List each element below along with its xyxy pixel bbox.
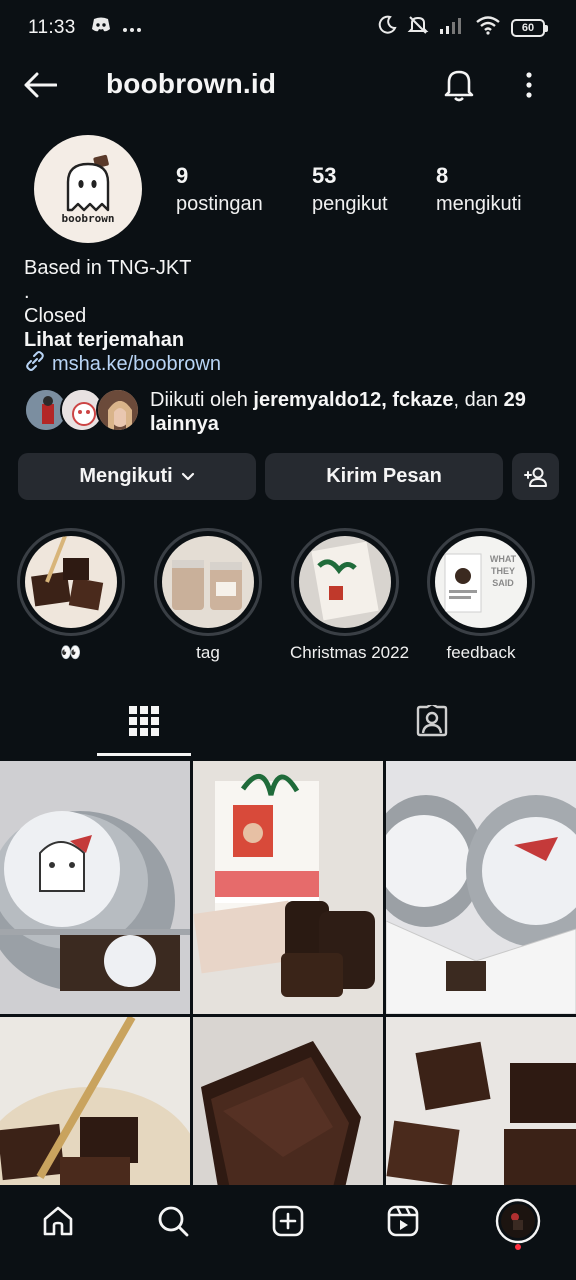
battery-icon: 60	[511, 19, 548, 37]
bio-link-text: msha.ke/boobrown	[52, 353, 221, 375]
back-arrow-icon[interactable]	[22, 68, 58, 102]
bio-line-2: .	[24, 281, 30, 303]
wifi-icon	[475, 15, 501, 41]
highlight-christmas-2022[interactable]: Christmas 2022	[290, 528, 410, 664]
highlight-label-feedback: feedback	[446, 643, 516, 662]
profile-notification-dot	[515, 1244, 521, 1250]
mutual-followers[interactable]: Diikuti oleh jeremyaldo12, fckaze, dan 2…	[24, 386, 554, 436]
post-thumbnail[interactable]	[193, 1017, 383, 1185]
active-tab-indicator	[97, 753, 191, 756]
grid-icon	[129, 705, 159, 741]
discord-icon	[90, 16, 112, 40]
highlight-label-christmas: Christmas 2022	[290, 643, 410, 662]
following-button-label: Mengikuti	[79, 465, 173, 487]
stat-followers[interactable]: 53 pengikut	[312, 162, 388, 218]
mutual-others: lainnya	[150, 413, 219, 435]
highlight-label-tag: tag	[196, 643, 220, 662]
tagged-person-icon	[415, 702, 449, 742]
highlight-label-eyes: 👀	[60, 643, 82, 662]
profile-header: boobrown.id	[0, 56, 576, 114]
see-translation-link[interactable]: Lihat terjemahan	[24, 328, 554, 352]
tab-posts-grid[interactable]	[97, 690, 191, 756]
status-bar: 11:33 60	[0, 0, 576, 56]
profile-tabs	[0, 690, 576, 758]
bio-external-link[interactable]: msha.ke/boobrown	[24, 350, 554, 378]
add-post-icon	[271, 1204, 305, 1243]
stat-followers-value: 53	[312, 163, 337, 188]
link-icon	[24, 350, 46, 378]
post-thumbnail[interactable]	[0, 761, 190, 1014]
home-icon	[41, 1204, 75, 1243]
feedback-word-2: THEY	[491, 566, 515, 576]
stat-posts-value: 9	[176, 163, 189, 188]
profile-username: boobrown.id	[106, 68, 277, 99]
stat-following-value: 8	[436, 163, 449, 188]
bio-line-1: Based in TNG-JKT	[24, 257, 192, 279]
highlight-tag[interactable]: tag	[153, 528, 263, 664]
stat-followers-label: pengikut	[312, 193, 388, 215]
mutual-followers-text: Diikuti oleh jeremyaldo12, fckaze, dan 2…	[150, 388, 560, 436]
post-thumbnail[interactable]	[193, 761, 383, 1014]
ghost-logo-icon	[66, 154, 110, 211]
mutual-user-1[interactable]: jeremyaldo12	[253, 389, 381, 411]
silent-bell-icon	[407, 14, 429, 42]
highlight-feedback[interactable]: WHAT THEY SAID feedback	[426, 528, 536, 664]
stat-following[interactable]: 8 mengikuti	[436, 162, 522, 218]
signal-icon	[439, 15, 465, 41]
suggest-people-button[interactable]	[512, 453, 559, 500]
posts-grid	[0, 761, 576, 1185]
more-options-icon[interactable]	[516, 66, 542, 104]
stat-following-label: mengikuti	[436, 193, 522, 215]
send-message-label: Kirim Pesan	[326, 465, 442, 487]
highlight-jars-image	[162, 536, 254, 628]
avatar-logo-text: boobrown	[61, 211, 115, 225]
followed-by-prefix: Diikuti oleh	[150, 389, 254, 411]
send-message-button[interactable]: Kirim Pesan	[265, 453, 503, 500]
post-thumbnail[interactable]	[0, 1017, 190, 1185]
feedback-word-1: WHAT	[490, 554, 517, 564]
tab-tagged[interactable]	[385, 690, 479, 756]
highlight-christmas-image	[299, 536, 391, 628]
reels-icon	[386, 1204, 420, 1243]
following-button[interactable]: Mengikuti	[18, 453, 256, 500]
highlight-eyes[interactable]: 👀	[16, 528, 126, 664]
mutual-user-2[interactable]: fckaze	[392, 389, 453, 411]
profile-avatar-icon	[495, 1198, 541, 1249]
nav-home[interactable]	[28, 1199, 88, 1247]
nav-search[interactable]	[143, 1199, 203, 1247]
post-thumbnail[interactable]	[386, 1017, 576, 1185]
dnd-moon-icon	[377, 15, 397, 41]
stat-posts[interactable]: 9 postingan	[176, 162, 263, 218]
nav-reels[interactable]	[373, 1199, 433, 1247]
profile-avatar[interactable]: boobrown	[34, 135, 142, 243]
highlight-feedback-image: WHAT THEY SAID	[435, 536, 527, 628]
status-time: 11:33	[28, 17, 76, 38]
profile-bio: Based in TNG-JKT . Closed Lihat terjemah…	[24, 256, 554, 376]
bottom-navigation	[0, 1185, 576, 1280]
stat-posts-label: postingan	[176, 193, 263, 215]
highlight-brownie-image	[25, 536, 117, 628]
search-icon	[156, 1204, 190, 1243]
mutual-count: 29	[503, 389, 526, 411]
bio-line-3: Closed	[24, 305, 87, 327]
chevron-down-icon	[181, 472, 195, 482]
notification-bell-icon[interactable]	[440, 66, 478, 104]
feedback-word-3: SAID	[492, 578, 514, 588]
followed-by-middle: , dan	[453, 389, 504, 411]
post-thumbnail[interactable]	[386, 761, 576, 1014]
nav-create[interactable]	[258, 1199, 318, 1247]
battery-level: 60	[511, 19, 545, 37]
mutual-avatar-3	[96, 388, 140, 432]
more-notifications-icon	[122, 17, 142, 39]
nav-profile[interactable]	[488, 1198, 548, 1249]
mutual-separator: ,	[381, 389, 393, 411]
add-person-icon	[523, 466, 549, 488]
